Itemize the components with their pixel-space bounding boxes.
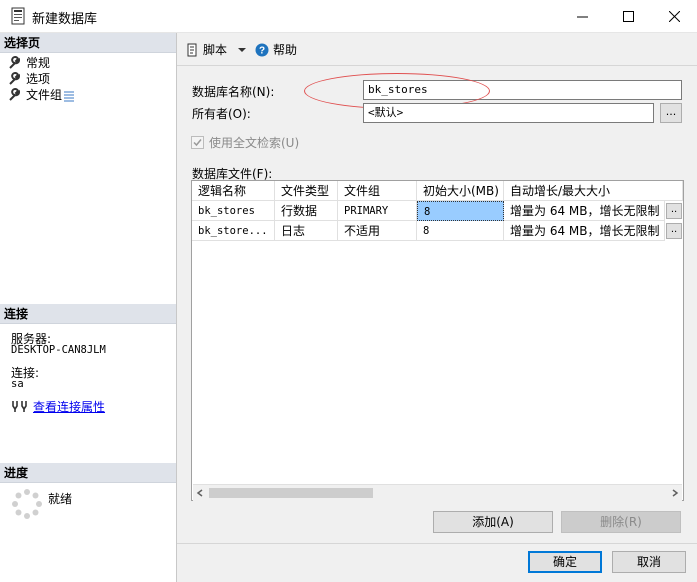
db-name-label: 数据库名称(N): [192,85,275,99]
table-cell[interactable]: 增量为 64 MB，增长无限制 [504,201,665,221]
connection-value: sa [11,378,24,390]
toolbar: 脚本 ? 帮助 [177,33,697,66]
horizontal-scrollbar[interactable] [193,484,682,501]
maximize-button[interactable] [605,0,651,32]
table-cell[interactable]: 日志 [275,221,338,241]
column-header[interactable]: 自动增长/最大大小 [504,181,683,201]
nav-item-label: 文件组 [26,88,63,102]
autogrowth-browse-button[interactable]: .. [666,203,682,219]
script-button[interactable]: 脚本 [185,41,247,58]
divider [177,543,697,544]
connection-properties-icon [12,401,27,412]
owner-label: 所有者(O): [192,107,251,121]
minimize-button[interactable] [559,0,605,32]
minimize-icon [576,16,588,17]
nav-item-filegroups[interactable]: 文件组 [8,87,76,103]
help-button[interactable]: ? 帮助 [255,41,297,58]
scroll-right-icon[interactable] [671,489,679,497]
connection-header: 连接 [0,304,176,324]
wrench-icon [9,56,20,69]
remove-file-button[interactable]: 删除(R) [561,511,681,533]
progress-spinner-icon [12,489,42,519]
checkbox-checked-icon [191,136,204,149]
table-cell[interactable]: PRIMARY [338,201,417,221]
column-header[interactable]: 文件组 [338,181,417,201]
scroll-left-icon[interactable] [196,489,204,497]
fulltext-label: 使用全文检索(U) [209,136,300,150]
owner-input[interactable]: <默认> [363,103,654,123]
column-header[interactable]: 初始大小(MB) [417,181,504,201]
view-connection-properties-link[interactable]: 查看连接属性 [33,398,105,415]
window-title: 新建数据库 [32,12,98,27]
server-value: DESKTOP-CAN8JLM [11,344,106,356]
wrench-icon [9,88,20,101]
svg-text:?: ? [259,45,265,56]
column-header[interactable]: 逻辑名称 [192,181,275,201]
table-cell-selected[interactable]: 8 [417,201,504,221]
left-panel: 选择页 常规 选项 文件组 连接 服务器: DESKTOP-CAN8JLM 连接… [0,33,177,582]
nav-item-label: 常规 [26,56,51,70]
table-cell[interactable]: 不适用 [338,221,417,241]
nav-item-label: 选项 [26,72,51,86]
maximize-icon [622,10,634,22]
progress-header: 进度 [0,463,176,483]
column-header[interactable]: 文件类型 [275,181,338,201]
ok-button[interactable]: 确定 [528,551,602,573]
select-page-header: 选择页 [0,33,176,53]
table-cell[interactable]: bk_stores [192,201,275,221]
nav-item-options[interactable]: 选项 [8,71,50,87]
title-bar: 新建数据库 [0,0,697,33]
table-cell[interactable]: 8 [417,221,504,241]
table-cell[interactable]: 增量为 64 MB，增长无限制 [504,221,665,241]
close-icon [668,10,680,22]
script-icon [187,43,197,56]
nav-item-general[interactable]: 常规 [8,55,50,71]
close-button[interactable] [651,0,697,32]
cancel-button[interactable]: 取消 [612,551,686,573]
wrench-icon [9,72,20,85]
help-icon: ? [255,43,269,56]
list-lines-icon [64,91,75,102]
autogrowth-browse-button[interactable]: .. [666,223,682,239]
db-files-grid[interactable]: 逻辑名称 文件类型 文件组 初始大小(MB) 自动增长/最大大小 bk_stor… [191,180,684,501]
add-file-button[interactable]: 添加(A) [433,511,553,533]
owner-browse-button[interactable]: ... [660,103,682,123]
fulltext-checkbox[interactable]: 使用全文检索(U) [191,134,299,151]
progress-status: 就绪 [48,492,73,506]
script-label: 脚本 [203,43,228,57]
table-cell[interactable]: bk_store... [192,221,275,241]
database-app-icon [11,7,25,25]
dropdown-arrow-icon[interactable] [237,47,247,53]
help-label: 帮助 [273,43,298,57]
scrollbar-thumb[interactable] [209,488,373,498]
table-cell[interactable]: 行数据 [275,201,338,221]
